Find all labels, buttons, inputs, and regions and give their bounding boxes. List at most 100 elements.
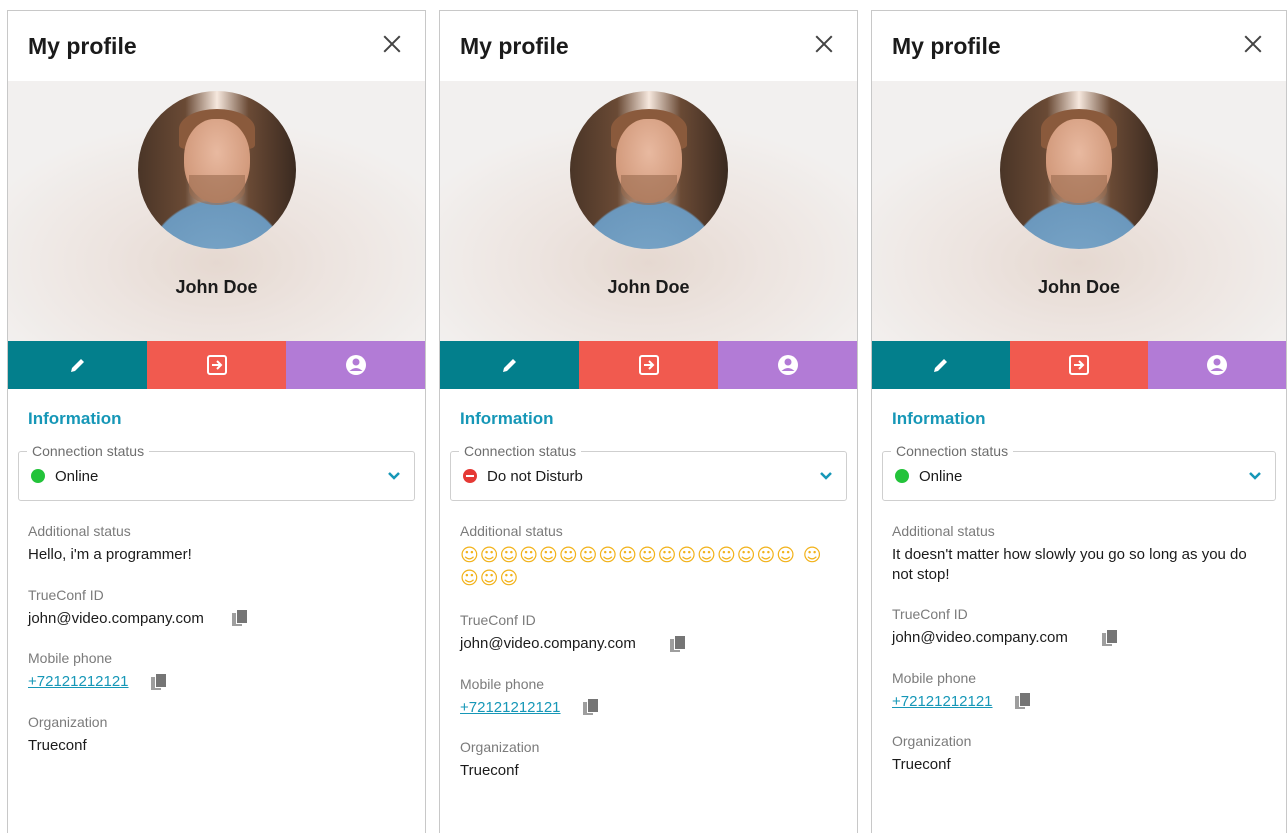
mobile-phone-row: +72121212121 bbox=[28, 672, 405, 692]
mobile-phone-link[interactable]: +72121212121 bbox=[892, 692, 993, 712]
copy-icon[interactable] bbox=[669, 635, 685, 652]
information-section: Information Connection status Online Add… bbox=[8, 409, 425, 755]
close-icon[interactable] bbox=[1242, 33, 1264, 55]
chevron-down-icon bbox=[1249, 472, 1261, 480]
organization-value: Trueconf bbox=[892, 756, 951, 773]
copy-icon[interactable] bbox=[1101, 629, 1117, 646]
trueconf-id-value: john@video.company.com bbox=[460, 635, 636, 652]
account-icon bbox=[1207, 355, 1227, 375]
organization-label: Organization bbox=[460, 739, 540, 755]
avatar-beard bbox=[620, 175, 677, 205]
mobile-phone-label: Mobile phone bbox=[460, 675, 545, 692]
copy-icon[interactable] bbox=[150, 673, 166, 690]
panel-header: My profile bbox=[872, 11, 1286, 81]
profile-panel-1: My profile John Doe Information Connecti… bbox=[7, 10, 426, 833]
mobile-phone-row: +72121212121 bbox=[460, 698, 837, 718]
trueconf-id-label: TrueConf ID bbox=[460, 612, 536, 628]
action-bar bbox=[440, 341, 857, 389]
pencil-icon bbox=[502, 359, 516, 372]
organization-value: Trueconf bbox=[460, 762, 519, 779]
logout-icon bbox=[1069, 355, 1089, 375]
information-heading: Information bbox=[460, 409, 554, 428]
connection-status-value: Do not Disturb bbox=[487, 468, 583, 485]
account-button[interactable] bbox=[718, 341, 857, 389]
avatar-beard bbox=[1051, 175, 1107, 205]
connection-status-label: Connection status bbox=[27, 443, 150, 459]
page-title: My profile bbox=[892, 33, 1001, 59]
page-title: My profile bbox=[28, 33, 137, 59]
connection-status-select[interactable]: Connection status Online bbox=[18, 443, 415, 501]
logout-button[interactable] bbox=[579, 341, 718, 389]
action-bar bbox=[872, 341, 1286, 389]
additional-status-value: It doesn't matter how slowly you go so l… bbox=[892, 546, 1247, 583]
user-name: John Doe bbox=[1037, 277, 1120, 297]
logout-icon bbox=[638, 355, 659, 375]
account-icon bbox=[777, 355, 798, 375]
edit-button[interactable] bbox=[440, 341, 579, 389]
panel-header: My profile bbox=[8, 11, 425, 81]
profile-screens: My profile John Doe Information Connecti… bbox=[0, 0, 1287, 833]
logout-button[interactable] bbox=[1010, 341, 1148, 389]
account-button[interactable] bbox=[1148, 341, 1286, 389]
copy-icon[interactable] bbox=[231, 610, 247, 627]
profile-panel-3: My profile John Doe Information Connecti… bbox=[871, 10, 1287, 833]
chevron-down-icon bbox=[820, 472, 832, 480]
organization-value: Trueconf bbox=[28, 736, 87, 754]
trueconf-id-label: TrueConf ID bbox=[28, 586, 104, 603]
additional-status-label: Additional status bbox=[460, 523, 563, 539]
connection-status-value: Online bbox=[919, 468, 963, 485]
panel-header: My profile bbox=[440, 11, 857, 81]
mobile-phone-row: +72121212121 bbox=[892, 692, 1266, 712]
avatar-beard bbox=[188, 175, 245, 205]
close-icon[interactable] bbox=[813, 33, 835, 55]
account-icon bbox=[345, 355, 366, 375]
do-not-disturb-icon bbox=[463, 469, 477, 483]
connection-status-value: Online bbox=[55, 468, 99, 485]
trueconf-id-row: john@video.company.com bbox=[892, 628, 1266, 648]
online-status-icon bbox=[31, 469, 45, 483]
profile-hero: John Doe bbox=[872, 81, 1286, 341]
profile-panel-2: My profile John Doe Information Connecti… bbox=[439, 10, 858, 833]
mobile-phone-label: Mobile phone bbox=[28, 650, 113, 666]
copy-icon[interactable] bbox=[582, 699, 598, 716]
trueconf-id-label: TrueConf ID bbox=[892, 606, 968, 622]
close-icon[interactable] bbox=[381, 33, 403, 55]
information-heading: Information bbox=[28, 409, 122, 428]
connection-status-select[interactable]: Connection status Online bbox=[882, 443, 1276, 501]
information-section: Information Connection status Do not Dis… bbox=[440, 409, 857, 781]
avatar bbox=[1000, 91, 1158, 249]
edit-button[interactable] bbox=[872, 341, 1010, 389]
trueconf-id-row: john@video.company.com bbox=[460, 634, 837, 654]
information-heading: Information bbox=[892, 409, 986, 428]
chevron-down-icon bbox=[388, 472, 400, 480]
page-title: My profile bbox=[460, 33, 569, 59]
avatar bbox=[137, 91, 296, 249]
user-name: John Doe bbox=[175, 277, 258, 297]
logout-icon bbox=[206, 355, 227, 375]
additional-status-value: Hello, i'm a programmer! bbox=[28, 546, 192, 563]
mobile-phone-link[interactable]: +72121212121 bbox=[460, 698, 561, 718]
pencil-icon bbox=[934, 359, 947, 372]
trueconf-id-value: john@video.company.com bbox=[892, 629, 1068, 646]
additional-status-label: Additional status bbox=[892, 523, 995, 539]
mobile-phone-link[interactable]: +72121212121 bbox=[28, 672, 129, 692]
profile-hero: John Doe bbox=[8, 81, 425, 341]
connection-status-select[interactable]: Connection status Do not Disturb bbox=[450, 443, 847, 501]
organization-label: Organization bbox=[28, 713, 108, 730]
profile-hero: John Doe bbox=[440, 81, 857, 341]
additional-status-label: Additional status bbox=[28, 523, 131, 539]
trueconf-id-row: john@video.company.com bbox=[28, 609, 405, 629]
information-section: Information Connection status Online Add… bbox=[872, 409, 1286, 775]
online-status-icon bbox=[895, 469, 909, 483]
trueconf-id-value: john@video.company.com bbox=[28, 609, 204, 627]
connection-status-label: Connection status bbox=[891, 443, 1014, 459]
user-name: John Doe bbox=[607, 277, 690, 297]
avatar bbox=[569, 91, 728, 249]
action-bar bbox=[8, 341, 425, 389]
organization-label: Organization bbox=[892, 733, 972, 749]
edit-button[interactable] bbox=[8, 341, 147, 389]
account-button[interactable] bbox=[286, 341, 425, 389]
additional-status-value: ☺☺☺☺☺☺☺☺☺☺☺☺☺☺☺☺☺ ☺☺☺☺ bbox=[460, 545, 823, 589]
logout-button[interactable] bbox=[147, 341, 286, 389]
copy-icon[interactable] bbox=[1014, 693, 1030, 710]
